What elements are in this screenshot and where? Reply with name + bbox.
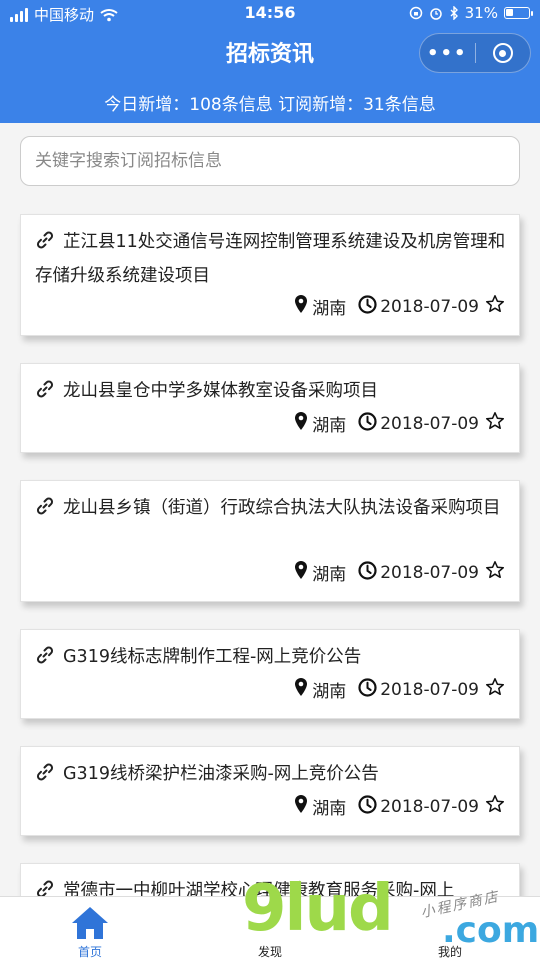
battery-percent: 31% xyxy=(464,4,498,22)
status-bar: 中国移动 14:56 31% xyxy=(0,0,540,28)
tender-title: 龙山县皇仓中学多媒体教室设备采购项目 xyxy=(35,376,507,410)
clock-icon xyxy=(358,294,377,319)
tab-discover-label: 发现 xyxy=(257,945,282,959)
tender-title-text: 龙山县皇仓中学多媒体教室设备采购项目 xyxy=(63,381,378,401)
tender-date: 2018-07-09 xyxy=(380,296,479,317)
tender-meta: 湖南 2018-07-09 xyxy=(294,677,505,702)
link-icon xyxy=(35,762,55,793)
tender-date: 2018-07-09 xyxy=(380,796,479,817)
tender-card[interactable]: G319线桥梁护栏油漆采购-网上竞价公告湖南 2018-07-09 xyxy=(20,746,520,836)
tender-title-text: G319线桥梁护栏油漆采购-网上竞价公告 xyxy=(63,764,379,784)
clock-icon xyxy=(358,411,377,436)
tender-date: 2018-07-09 xyxy=(380,562,479,583)
tender-meta: 湖南 2018-07-09 xyxy=(294,560,505,585)
tender-card[interactable]: 芷江县11处交通信号连网控制管理系统建设及机房管理和存储升级系统建设项目湖南 20… xyxy=(20,214,520,336)
tender-meta: 湖南 2018-07-09 xyxy=(294,294,505,319)
tender-region: 湖南 xyxy=(312,565,347,585)
header-bar: 中国移动 14:56 31% 招标资讯 ••• 今日新增：108条信息 订阅新增… xyxy=(0,0,540,123)
tab-bar: 首页 发现 我的 xyxy=(0,896,540,960)
map-pin-icon xyxy=(294,794,308,819)
battery-level xyxy=(506,9,513,16)
orientation-lock-icon xyxy=(409,6,422,20)
tender-date: 2018-07-09 xyxy=(380,679,479,700)
star-outline-icon[interactable] xyxy=(485,560,505,585)
tab-mine[interactable]: 我的 xyxy=(400,897,500,960)
tab-home-label: 首页 xyxy=(77,945,102,959)
star-outline-icon[interactable] xyxy=(485,794,505,819)
status-right: 31% xyxy=(409,4,533,22)
map-pin-icon xyxy=(294,677,308,702)
link-icon xyxy=(35,645,55,676)
more-button[interactable]: ••• xyxy=(420,43,475,64)
tab-mine-label: 我的 xyxy=(437,945,462,959)
clock-icon xyxy=(358,794,377,819)
alarm-icon xyxy=(429,8,442,20)
link-icon xyxy=(35,230,55,261)
target-icon xyxy=(492,43,513,63)
tender-date: 2018-07-09 xyxy=(380,413,479,434)
link-icon xyxy=(35,496,55,527)
tender-card[interactable]: 龙山县乡镇（街道）行政综合执法大队执法设备采购项目湖南 2018-07-09 xyxy=(20,480,520,602)
tender-card[interactable]: G319线标志牌制作工程-网上竞价公告湖南 2018-07-09 xyxy=(20,629,520,719)
tender-title-text: G319线标志牌制作工程-网上竞价公告 xyxy=(63,647,362,667)
map-pin-icon xyxy=(294,411,308,436)
tender-region: 湖南 xyxy=(312,416,347,436)
bluetooth-icon xyxy=(450,6,458,20)
map-pin-icon xyxy=(294,560,308,585)
tender-meta: 湖南 2018-07-09 xyxy=(294,411,505,436)
close-button[interactable] xyxy=(475,43,530,63)
link-icon xyxy=(35,379,55,410)
search-input[interactable] xyxy=(20,136,520,186)
tab-discover[interactable]: 发现 xyxy=(220,897,320,960)
tender-region: 湖南 xyxy=(312,682,347,702)
tender-meta: 湖南 2018-07-09 xyxy=(294,794,505,819)
tender-title: G319线标志牌制作工程-网上竞价公告 xyxy=(35,642,507,676)
clock-icon xyxy=(358,677,377,702)
tender-title-text: 芷江县11处交通信号连网控制管理系统建设及机房管理和存储升级系统建设项目 xyxy=(35,232,506,286)
map-pin-icon xyxy=(294,294,308,319)
star-outline-icon[interactable] xyxy=(485,677,505,702)
home-icon xyxy=(72,907,108,939)
clock-icon xyxy=(358,560,377,585)
tender-title: 龙山县乡镇（街道）行政综合执法大队执法设备采购项目 xyxy=(35,493,507,527)
tender-title: G319线桥梁护栏油漆采购-网上竞价公告 xyxy=(35,759,507,793)
stats-text: 今日新增：108条信息 订阅新增：31条信息 xyxy=(104,95,436,115)
tender-title-text: 龙山县乡镇（街道）行政综合执法大队执法设备采购项目 xyxy=(63,498,501,518)
tender-region: 湖南 xyxy=(312,799,347,819)
tender-title: 芷江县11处交通信号连网控制管理系统建设及机房管理和存储升级系统建设项目 xyxy=(35,227,507,292)
battery-icon xyxy=(504,7,533,19)
tender-region: 湖南 xyxy=(312,299,347,319)
star-outline-icon[interactable] xyxy=(485,294,505,319)
tender-card[interactable]: 龙山县皇仓中学多媒体教室设备采购项目湖南 2018-07-09 xyxy=(20,363,520,453)
star-outline-icon[interactable] xyxy=(485,411,505,436)
mini-program-capsule: ••• xyxy=(419,33,531,73)
tab-home[interactable]: 首页 xyxy=(40,897,140,960)
